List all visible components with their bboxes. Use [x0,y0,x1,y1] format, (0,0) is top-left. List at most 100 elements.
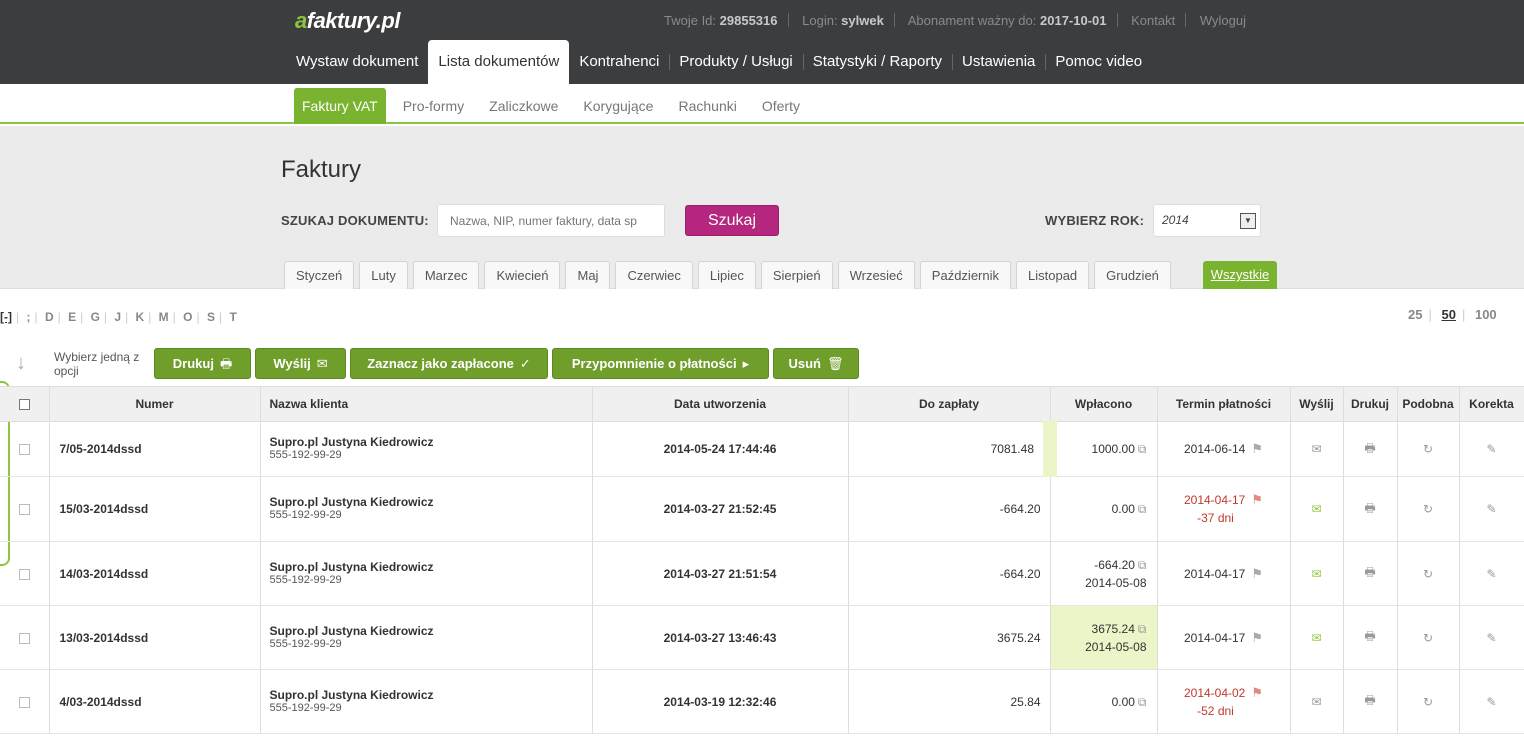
per-page-50[interactable]: 50 [1441,307,1455,322]
paid-cell[interactable]: 1000.00 ⧉ [1043,421,1158,477]
col-client[interactable]: Nazwa klienta [260,386,593,422]
copy-icon[interactable]: ⧉ [1138,558,1147,572]
search-input[interactable] [437,204,665,237]
edit-icon[interactable]: ✎ [1459,669,1524,734]
per-page-25[interactable]: 25 [1408,307,1422,322]
letter-filter-item[interactable]: J [114,310,121,324]
print-icon[interactable]: 🖶 [1343,605,1398,670]
edit-icon[interactable]: ✎ [1459,421,1524,477]
logo[interactable]: afaktury.pl [295,8,400,34]
table-row[interactable]: 13/03-2014dssd Supro.pl Justyna Kiedrowi… [0,605,1524,670]
month-tab[interactable]: Kwiecień [484,261,561,289]
row-checkbox[interactable] [18,444,30,456]
nav-video-help[interactable]: Pomoc video [1045,40,1152,84]
print-icon[interactable]: 🖶 [1343,669,1398,734]
tab-bills[interactable]: Rachunki [670,88,744,124]
send-envelope-icon[interactable]: ✉ [1290,421,1344,477]
print-icon[interactable]: 🖶 [1343,421,1398,477]
month-tab[interactable]: Wrzesieć [837,261,915,289]
duplicate-icon[interactable]: ↻ [1397,421,1460,477]
mark-paid-button[interactable]: Zaznacz jako zapłacone ✓ [350,348,548,379]
col-to-pay[interactable]: Do zapłaty [848,386,1051,422]
nav-products[interactable]: Produkty / Usługi [669,40,802,84]
tab-all-months[interactable]: Wszystkie [1203,261,1277,289]
print-button[interactable]: Drukuj 🖶 [154,348,251,379]
send-button[interactable]: Wyślij ✉ [255,348,346,379]
letter-filter-all[interactable]: [-] [0,310,12,324]
per-page-100[interactable]: 100 [1475,307,1497,322]
logout-link[interactable]: Wyloguj [1200,13,1246,28]
month-tab[interactable]: Marzec [412,261,480,289]
copy-icon[interactable]: ⧉ [1138,695,1147,709]
month-tab[interactable]: Maj [565,261,611,289]
nav-document-list[interactable]: Lista dokumentów [428,40,570,84]
month-tab[interactable]: Listopad [1016,261,1090,289]
letter-filter-item[interactable]: E [68,310,76,324]
invoice-number[interactable]: 15/03-2014dssd [49,476,261,542]
col-number[interactable]: Numer [49,386,261,422]
row-checkbox[interactable] [18,568,30,580]
row-checkbox[interactable] [18,632,30,644]
col-due-date[interactable]: Termin płatności [1157,386,1291,422]
row-checkbox[interactable] [18,504,30,516]
month-tab[interactable]: Grudzień [1094,261,1171,289]
copy-icon[interactable]: ⧉ [1138,622,1147,636]
edit-icon[interactable]: ✎ [1459,605,1524,670]
letter-filter-item[interactable]: G [91,310,100,324]
letter-filter-item[interactable]: ; [26,310,30,324]
letter-filter-item[interactable]: S [207,310,215,324]
invoice-number[interactable]: 13/03-2014dssd [49,605,261,670]
contact-link[interactable]: Kontakt [1131,13,1175,28]
letter-filter-item[interactable]: D [45,310,54,324]
nav-contractors[interactable]: Kontrahenci [569,40,669,84]
month-tab[interactable]: Czerwiec [615,261,693,289]
letter-filter-item[interactable]: K [136,310,145,324]
search-button[interactable]: Szukaj [685,205,779,236]
month-tab[interactable]: Luty [359,261,408,289]
edit-icon[interactable]: ✎ [1459,476,1524,542]
table-row[interactable]: 7/05-2014dssd Supro.pl Justyna Kiedrowic… [0,421,1524,477]
month-tab[interactable]: Lipiec [697,261,756,289]
duplicate-icon[interactable]: ↻ [1397,605,1460,670]
duplicate-icon[interactable]: ↻ [1397,476,1460,542]
paid-cell[interactable]: 3675.24 ⧉ 2014-05-08 [1050,605,1158,670]
send-envelope-icon[interactable]: ✉ [1290,669,1344,734]
letter-filter-item[interactable]: O [183,310,192,324]
tab-offers[interactable]: Oferty [754,88,808,124]
tab-advance[interactable]: Zaliczkowe [481,88,566,124]
table-row[interactable]: 4/03-2014dssd Supro.pl Justyna Kiedrowic… [0,669,1524,734]
dropdown-arrow-icon[interactable]: ▼ [1240,213,1256,229]
tab-proforma[interactable]: Pro-formy [395,88,472,124]
tab-corrective[interactable]: Korygujące [575,88,661,124]
edit-icon[interactable]: ✎ [1459,541,1524,606]
paid-cell[interactable]: -664.20 ⧉ 2014-05-08 [1050,541,1158,606]
invoice-number[interactable]: 14/03-2014dssd [49,541,261,606]
copy-icon[interactable]: ⧉ [1138,502,1147,516]
invoice-number[interactable]: 4/03-2014dssd [49,669,261,734]
month-tab[interactable]: Sierpień [760,261,833,289]
paid-cell[interactable]: 0.00 ⧉ [1050,476,1158,542]
letter-filter-item[interactable]: T [229,310,236,324]
nav-settings[interactable]: Ustawienia [952,40,1045,84]
duplicate-icon[interactable]: ↻ [1397,669,1460,734]
print-icon[interactable]: 🖶 [1343,476,1398,542]
delete-button[interactable]: Usuń 🗑 [773,348,859,379]
row-checkbox[interactable] [18,696,30,708]
col-paid[interactable]: Wpłacono [1050,386,1158,422]
send-envelope-icon[interactable]: ✉ [1290,541,1344,606]
payment-reminder-button[interactable]: Przypomnienie o płatności ▸ [552,348,769,379]
copy-icon[interactable]: ⧉ [1138,442,1147,456]
select-all-checkbox[interactable] [18,399,30,411]
send-envelope-icon[interactable]: ✉ [1290,605,1344,670]
invoice-number[interactable]: 7/05-2014dssd [49,421,261,477]
send-envelope-icon[interactable]: ✉ [1290,476,1344,542]
table-row[interactable]: 15/03-2014dssd Supro.pl Justyna Kiedrowi… [0,476,1524,542]
letter-filter-item[interactable]: M [159,310,169,324]
paid-cell[interactable]: 0.00 ⧉ [1050,669,1158,734]
nav-issue-document[interactable]: Wystaw dokument [286,40,428,84]
table-row[interactable]: 14/03-2014dssd Supro.pl Justyna Kiedrowi… [0,541,1524,606]
nav-statistics[interactable]: Statystyki / Raporty [802,40,952,84]
month-tab[interactable]: Styczeń [284,261,355,289]
tab-vat-invoices[interactable]: Faktury VAT [294,88,386,124]
col-created[interactable]: Data utworzenia [592,386,849,422]
